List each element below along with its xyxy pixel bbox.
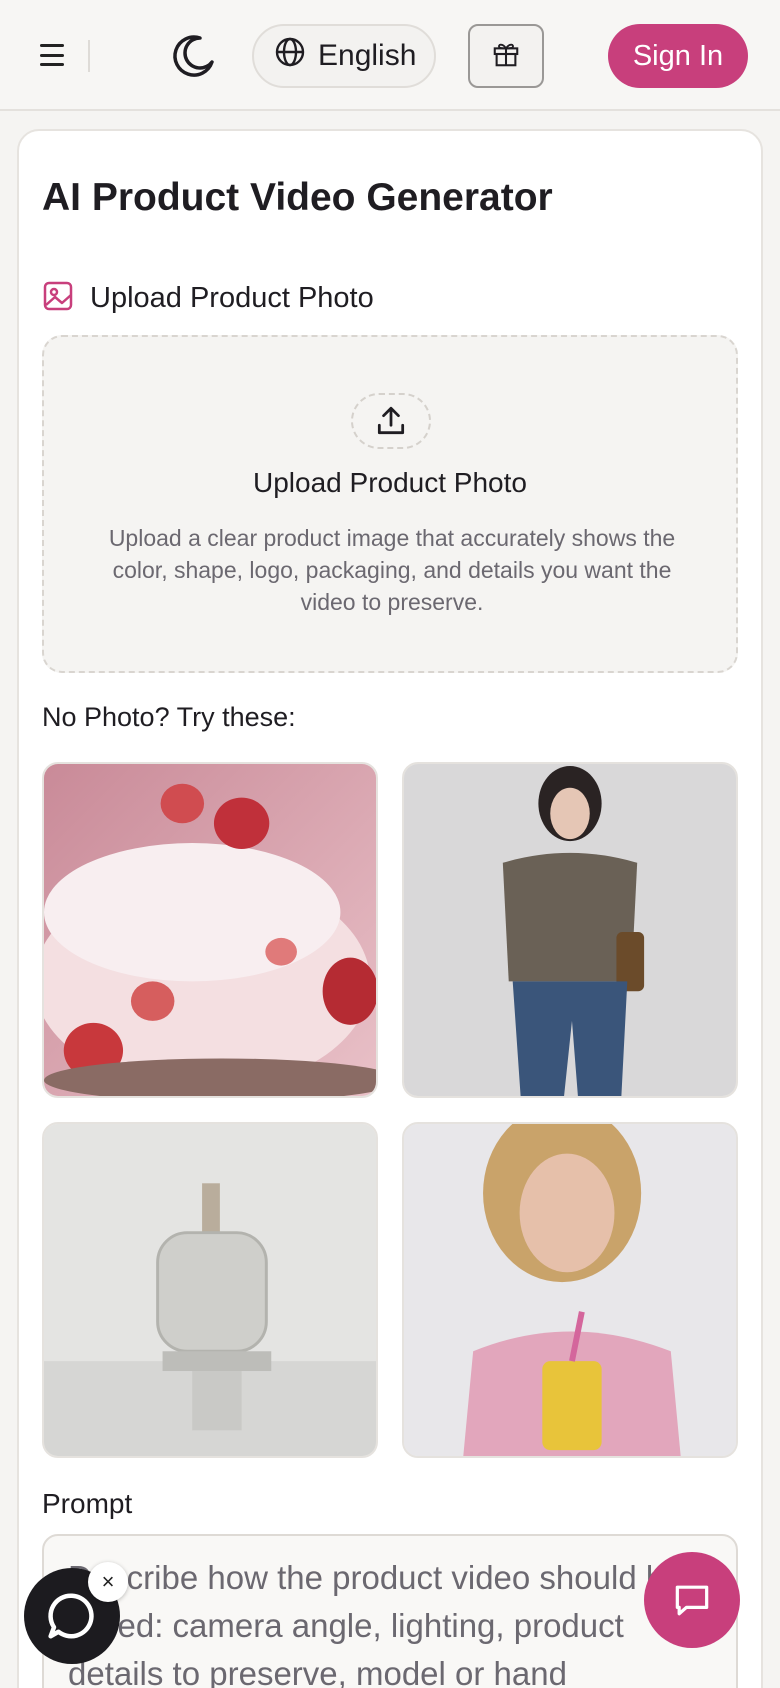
hamburger-menu-icon[interactable] xyxy=(34,38,70,72)
sample-woman-in-blouse-and-jeans[interactable] xyxy=(402,762,738,1098)
prompt-textarea[interactable]: Describe how the product video should be… xyxy=(42,1534,738,1688)
top-bar: English Sign In xyxy=(0,0,780,111)
page-title: AI Product Video Generator xyxy=(42,176,553,219)
language-label: English xyxy=(318,39,417,72)
sample-woman-holding-drink[interactable] xyxy=(402,1122,738,1458)
gift-button[interactable] xyxy=(468,24,544,88)
upload-dropzone[interactable]: Upload Product Photo Upload a clear prod… xyxy=(42,335,738,673)
prompt-label: Prompt xyxy=(42,1488,133,1519)
gift-icon xyxy=(491,39,521,74)
samples-label: No Photo? Try these: xyxy=(42,702,296,732)
upload-section-label: Upload Product Photo xyxy=(90,282,374,314)
sign-in-button[interactable]: Sign In xyxy=(608,24,748,88)
moon-icon[interactable] xyxy=(170,32,218,80)
chat-close-button[interactable]: × xyxy=(88,1562,128,1602)
sample-strawberry-cake[interactable] xyxy=(42,762,378,1098)
dropzone-description: Upload a clear product image that accura… xyxy=(108,525,676,615)
language-selector[interactable]: English xyxy=(252,24,436,88)
message-icon[interactable] xyxy=(644,1552,740,1648)
sample-perfume-bottle[interactable] xyxy=(42,1122,378,1458)
dropzone-title: Upload Product Photo xyxy=(253,467,527,498)
globe-icon xyxy=(274,36,306,76)
upload-icon xyxy=(351,393,431,449)
image-icon xyxy=(42,280,74,317)
upload-section-header: Upload Product Photo xyxy=(42,280,374,317)
divider xyxy=(88,40,90,72)
